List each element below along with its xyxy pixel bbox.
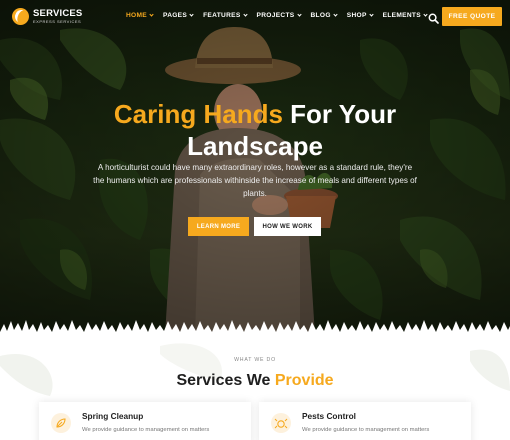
nav-item-home[interactable]: HOME: [126, 12, 154, 19]
nav-item-elements[interactable]: ELEMENTS: [383, 12, 428, 19]
how-we-work-button[interactable]: HOW WE WORK: [254, 217, 321, 236]
chevron-down-icon: [189, 12, 194, 17]
section-title: Services We Provide: [0, 371, 510, 391]
chevron-down-icon: [423, 12, 428, 17]
chevron-down-icon: [296, 12, 302, 17]
nav-item-features[interactable]: FEATURES: [203, 12, 248, 19]
site-header: SERVICES EXPRESS SERVICES HOME PAGES FEA…: [0, 0, 510, 34]
nav-item-blog[interactable]: BLOG: [311, 12, 338, 19]
nav-item-pages[interactable]: PAGES: [163, 12, 194, 19]
service-card-title: Pests Control: [302, 411, 356, 421]
learn-more-button[interactable]: LEARN MORE: [188, 217, 249, 236]
hero-title-rest: For Your: [282, 99, 397, 129]
leaf-rake-icon: [51, 413, 71, 433]
chevron-down-icon: [242, 12, 248, 17]
chevron-down-icon: [333, 12, 338, 17]
search-icon[interactable]: [428, 11, 439, 24]
hero-description: A horticulturist could have many extraor…: [93, 163, 417, 198]
service-card-pests-control[interactable]: Pests Control We provide guidance to man…: [259, 402, 471, 440]
chevron-down-icon: [149, 12, 154, 17]
service-card-spring-cleanup[interactable]: Spring Cleanup We provide guidance to ma…: [39, 402, 251, 440]
hero-title-accent: Caring Hands: [113, 99, 283, 129]
chevron-down-icon: [369, 12, 374, 17]
free-quote-button[interactable]: FREE QUOTE: [442, 7, 502, 26]
service-card-text: We provide guidance to management on mat…: [82, 427, 210, 433]
section-title-accent: Provide: [274, 372, 334, 389]
section-title-main: Services We: [176, 372, 275, 389]
hero-title-line2: Landscape: [187, 131, 323, 161]
service-card-title: Spring Cleanup: [82, 411, 144, 421]
pest-icon: [271, 413, 291, 433]
service-card-text: We provide guidance to management on mat…: [302, 427, 430, 433]
hero-title: Caring Hands For Your Landscape: [0, 98, 510, 162]
logo-name: SERVICES: [33, 7, 83, 19]
section-eyebrow: WHAT WE DO: [234, 357, 276, 363]
logo-tagline: EXPRESS SERVICES: [33, 18, 82, 24]
nav-item-projects[interactable]: PROJECTS: [257, 12, 302, 19]
main-nav: HOME PAGES FEATURES PROJECTS BLOG SHOP E…: [126, 12, 437, 19]
logo-mark-icon: [12, 8, 29, 25]
nav-item-shop[interactable]: SHOP: [347, 12, 374, 19]
logo[interactable]: SERVICES EXPRESS SERVICES: [12, 8, 82, 25]
